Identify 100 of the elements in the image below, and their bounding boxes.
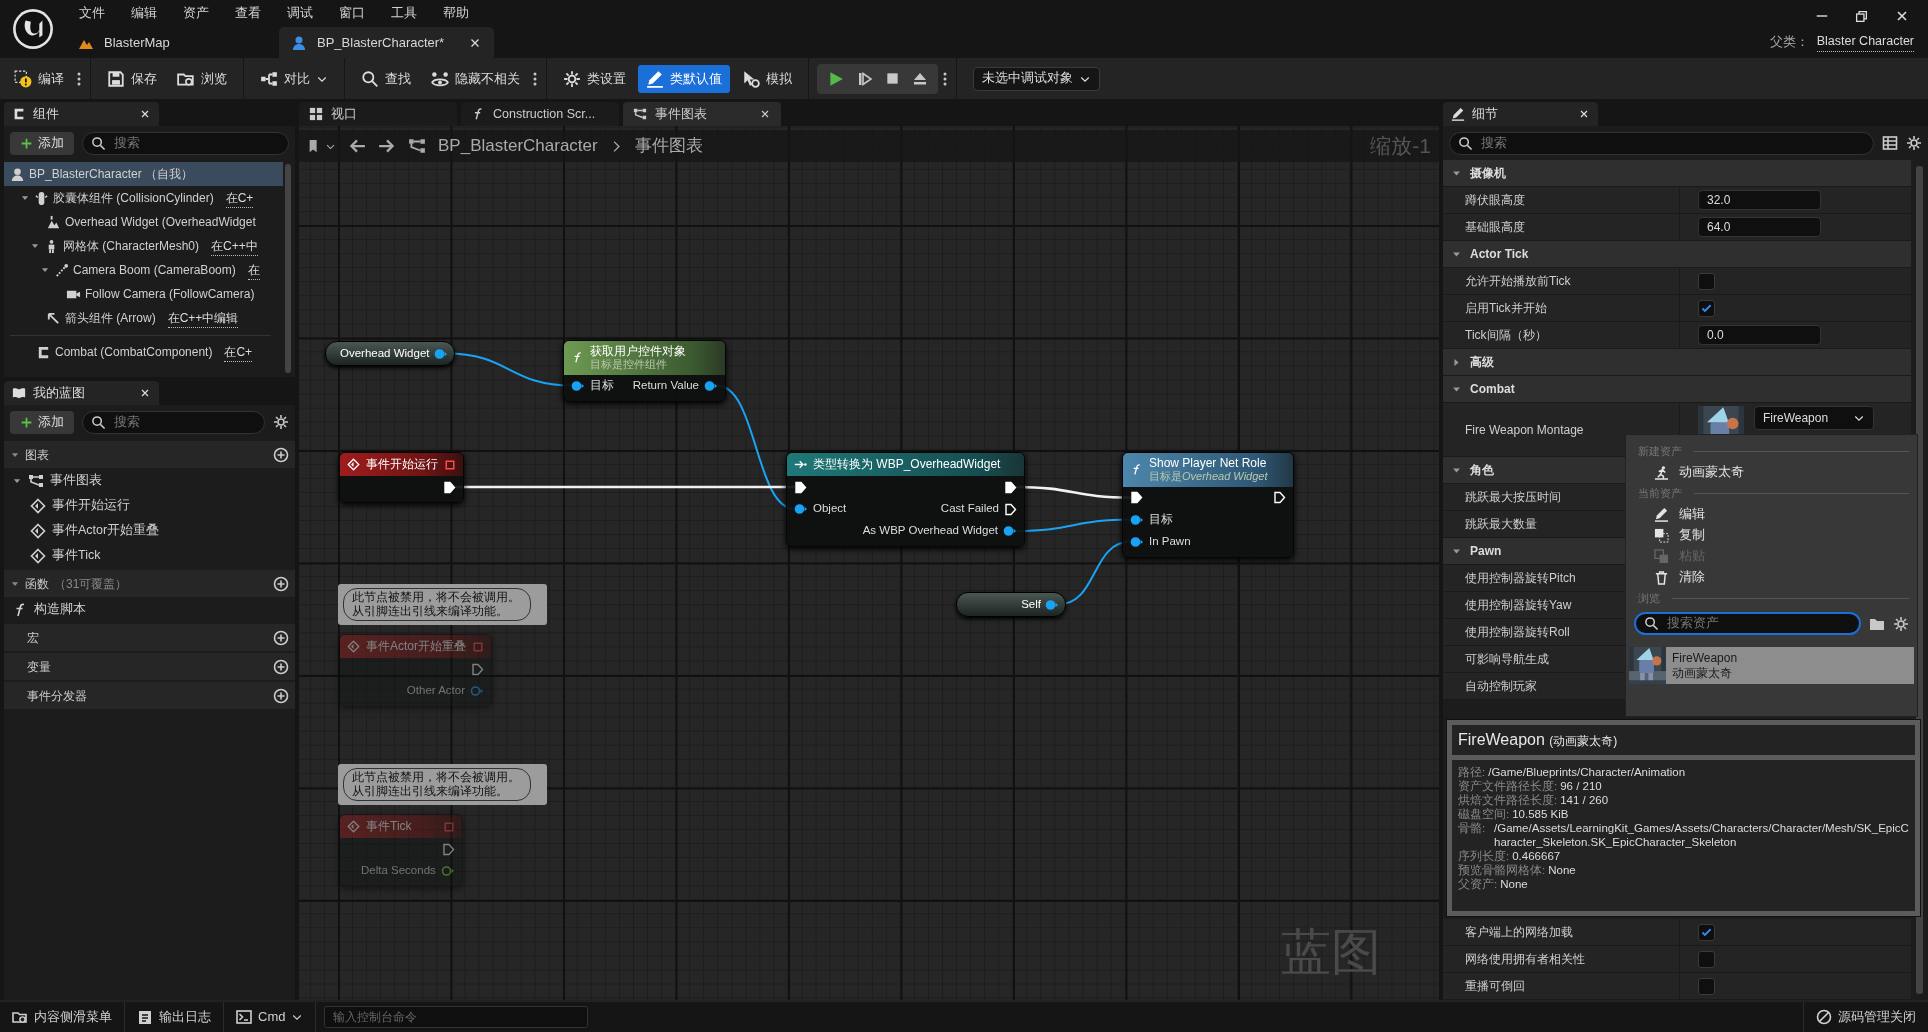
add-icon[interactable] [273,629,289,646]
status-bar-button[interactable]: 输出日志 [125,1002,224,1032]
status-bar-button[interactable]: 内容侧滑菜单 [0,1002,125,1032]
tree-item[interactable]: 构造脚本 [4,597,295,622]
tree-item[interactable]: Overhead Widget (OverheadWidget [4,210,283,234]
menu-item[interactable]: 文件 [66,2,118,23]
number-field[interactable]: 64.0 [1698,217,1821,237]
panel-tab[interactable]: 组件 [4,102,159,126]
parent-class-link[interactable]: Blaster Character [1816,32,1914,52]
section-header[interactable]: 摄像机 [1443,160,1911,187]
tree-item[interactable]: 事件图表 [4,468,295,493]
number-field[interactable]: 0.0 [1698,325,1821,345]
section-header[interactable]: Combat [1443,376,1911,403]
tree-item[interactable]: 箭头组件 (Arrow) [65,309,156,327]
toolbar-button[interactable]: 编译 [6,64,72,93]
graph-node[interactable]: 获取用户控件对象 目标是控件组件 目标 Return Value [563,340,726,402]
toolbar-button[interactable]: 对比 [252,64,336,93]
toolbar-button[interactable]: 隐藏不相关 [423,64,528,93]
graph-node[interactable]: Show Player Net Role 目标是Overhead Widget 目标 In Pawn [1122,452,1294,558]
exec-pin-icon[interactable] [443,480,456,494]
data-pin-icon[interactable] [1045,598,1059,611]
document-tab[interactable]: BP_BlasterCharacter* [279,27,494,58]
more-icon[interactable] [942,70,948,87]
category-header[interactable]: 变量 [4,653,295,680]
add-button[interactable]: 添加 [10,410,74,434]
step-icon[interactable] [857,70,873,87]
search-field[interactable]: 搜索 [82,131,289,155]
menu-item[interactable]: 清除 [1634,567,1909,588]
category-header[interactable]: 事件分发器 [4,682,295,709]
data-pin-icon[interactable] [794,503,808,515]
panel-tab[interactable]: 我的蓝图 [4,381,159,405]
data-pin-icon[interactable] [704,379,718,392]
restore-icon[interactable] [1855,9,1868,23]
checkbox[interactable] [1698,977,1715,995]
tree-item[interactable]: 胶囊体组件 (CollisionCylinder) [53,189,214,207]
data-pin-icon[interactable] [571,379,585,392]
editor-tab[interactable]: Construction Scr... [461,102,619,126]
asset-list-item[interactable]: FireWeapon 动画蒙太奇 [1629,647,1914,684]
settings-icon[interactable] [1893,615,1909,632]
breadcrumb-link[interactable]: BP_BlasterCharacter [438,133,598,159]
exec-pin-icon[interactable] [1004,480,1017,494]
edit-in-cpp-link[interactable]: 在 [247,260,260,280]
expand-arrow-icon[interactable] [1451,356,1462,368]
exec-pin-icon[interactable] [1004,502,1017,516]
graph-node[interactable]: 事件开始运行 [339,452,464,503]
data-pin-icon[interactable] [1003,525,1017,537]
forward-arrow-icon[interactable] [378,137,396,155]
exec-pin-icon[interactable] [1130,491,1143,505]
section-header[interactable]: Actor Tick [1443,241,1911,268]
menu-item[interactable]: 编辑 [118,2,170,23]
menu-item[interactable]: 资产 [170,2,222,23]
tree-item[interactable]: BP_BlasterCharacter （自我） [4,162,283,186]
toolbar-button[interactable]: 模拟 [734,64,800,93]
section-header[interactable]: 高级 [1443,349,1911,376]
close-icon[interactable] [139,387,151,399]
menu-item[interactable]: 复制 [1634,525,1909,546]
search-field[interactable]: 搜索资产 [1634,612,1861,635]
add-icon[interactable] [273,687,289,704]
menu-item[interactable]: 帮助 [430,2,482,23]
toolbar-button[interactable]: 浏览 [169,64,235,93]
toolbar-button[interactable]: 类默认值 [638,64,730,93]
data-pin-icon[interactable] [1130,513,1144,526]
delegate-pin-icon[interactable] [444,458,456,471]
add-icon[interactable] [273,446,289,463]
document-tab[interactable]: BlasterMap [66,27,271,58]
number-field[interactable]: 32.0 [1698,190,1821,210]
toolbar-button[interactable]: 查找 [353,64,419,93]
table-icon[interactable] [1882,135,1898,151]
menu-item[interactable]: 工具 [378,2,430,23]
editor-tab[interactable]: 视口 [299,102,457,126]
tree-item[interactable]: Follow Camera (FollowCamera) [4,282,283,306]
edit-in-cpp-link[interactable]: 在C++中 [211,236,258,256]
console-field[interactable]: 输入控制台命令 [324,1006,589,1028]
exec-pin-icon[interactable] [1273,491,1286,505]
panel-tab[interactable]: 细节 [1443,102,1598,126]
menu-item[interactable]: 动画蒙太奇 [1634,462,1909,483]
checkbox[interactable] [1698,299,1715,317]
stop-icon[interactable] [885,71,900,86]
close-icon[interactable] [1578,108,1590,120]
search-field[interactable]: 搜索 [1449,131,1874,155]
toolbar-button[interactable]: 类设置 [555,64,634,93]
search-input[interactable]: 搜索 [112,411,256,433]
close-icon[interactable] [759,108,771,120]
checkbox[interactable] [1698,950,1715,968]
asset-dropdown[interactable]: FireWeapon [1754,406,1874,430]
tree-item[interactable]: 事件开始运行 [4,493,295,518]
add-icon[interactable] [273,658,289,675]
data-pin-icon[interactable] [433,347,448,360]
category-header[interactable]: 函数 （31可覆盖） [4,570,295,597]
checkbox[interactable] [1698,923,1715,941]
back-arrow-icon[interactable] [348,137,366,155]
search-field[interactable]: 搜索 [82,410,265,434]
graph-node[interactable]: 类型转换为 WBP_OverheadWidget Object Cast Failed As WBP Overhead Widget [786,452,1025,547]
edit-in-cpp-link[interactable]: 在C++中编辑 [167,308,239,328]
settings-icon[interactable] [1906,135,1922,151]
debug-object-dropdown[interactable]: 未选中调试对象 [973,66,1100,91]
variable-node[interactable]: Self [956,592,1066,617]
menu-item[interactable]: 调试 [274,2,326,23]
search-input[interactable]: 搜索资产 [1665,613,1851,634]
edit-in-cpp-link[interactable]: 在C+ [224,342,253,362]
